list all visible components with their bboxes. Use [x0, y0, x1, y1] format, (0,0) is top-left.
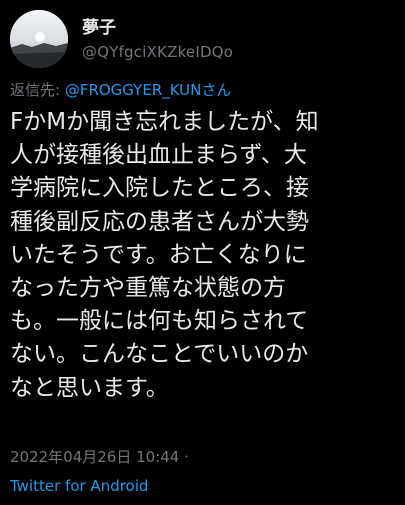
profile-photo-icon [10, 10, 68, 68]
tweet-timestamp[interactable]: 2022年04月26日 10:44 · [10, 447, 189, 467]
user-handle[interactable]: @QYfgciXKZkeIDQo [82, 43, 233, 61]
tweet-line: 種後副反応の患者さんが大勢 [10, 208, 309, 235]
tweet-source-link[interactable]: Twitter for Android [10, 476, 148, 496]
avatar[interactable] [10, 10, 68, 68]
tweet-line: なと思います。 [10, 374, 169, 401]
display-name[interactable]: 夢子 [82, 18, 116, 38]
replying-to-prefix: 返信先: [10, 81, 65, 99]
reply-mention-suffix[interactable]: さん [201, 81, 231, 99]
tweet-line: なった方や重篤な状態の方 [10, 275, 286, 302]
tweet-line: ない。こんなことでいいのか [10, 341, 309, 368]
reply-mention-link[interactable]: @FROGGYER_KUN [65, 81, 202, 99]
replying-to: 返信先: @FROGGYER_KUNさん [10, 80, 231, 100]
tweet-line: 学病院に入院したところ、接 [10, 175, 309, 202]
tweet-line: 人が接種後出血止まらず、大 [10, 142, 307, 169]
tweet-text: FかMか聞き忘れましたが、知 人が接種後出血止まらず、大 学病院に入院したところ… [10, 106, 402, 405]
tweet-header: 夢子 @QYfgciXKZkeIDQo [10, 10, 395, 70]
tweet-line: FかMか聞き忘れましたが、知 [10, 109, 319, 135]
tweet-line: いたそうです。お亡くなりに [10, 241, 307, 268]
tweet-line: も。一般には何も知らされて [10, 308, 309, 335]
